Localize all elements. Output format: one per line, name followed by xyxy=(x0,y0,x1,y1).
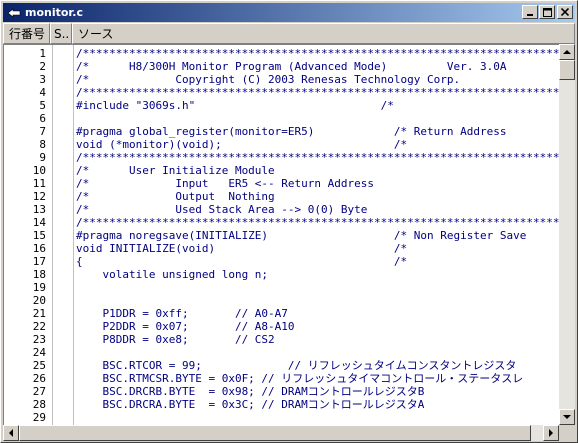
source-line[interactable]: #pragma noregsave(INITIALIZE) /* Non Reg… xyxy=(74,229,559,242)
title-bar[interactable]: monitor.c xyxy=(3,3,575,22)
source-line[interactable]: #include "3069s.h" /* xyxy=(74,99,559,112)
source-line[interactable] xyxy=(74,112,559,125)
line-number: 13 xyxy=(32,203,46,216)
source-line[interactable]: void (*monitor)(void); /* xyxy=(74,138,559,151)
scroll-right-button[interactable] xyxy=(543,425,559,441)
column-header-source[interactable]: ソース xyxy=(72,23,575,44)
scroll-down-button[interactable] xyxy=(559,409,575,425)
line-number: 20 xyxy=(32,294,46,307)
document-icon xyxy=(6,5,22,21)
source-line[interactable]: /* Copyright (C) 2003 Renesas Technology… xyxy=(74,73,559,86)
column-header-row: 行番号 S.. ソース xyxy=(3,23,575,44)
source-line[interactable]: /* Input ER5 <-- Return Address xyxy=(74,177,559,190)
arrow-left-icon xyxy=(9,429,13,437)
line-number: 19 xyxy=(32,281,46,294)
line-number: 14 xyxy=(32,216,46,229)
horizontal-scroll-thumb[interactable] xyxy=(19,425,531,441)
scroll-up-button[interactable] xyxy=(559,44,575,60)
line-number: 3 xyxy=(39,73,46,86)
line-number: 17 xyxy=(32,255,46,268)
editor-window: monitor.c 行番号 S.. ソース 1 /****************… xyxy=(0,0,578,443)
source-line[interactable]: /* H8/300H Monitor Program (Advanced Mod… xyxy=(74,60,559,73)
line-number: 23 xyxy=(32,333,46,346)
arrow-down-icon xyxy=(563,415,571,419)
source-line[interactable]: /***************************************… xyxy=(74,86,559,99)
scroll-left-button[interactable] xyxy=(3,425,19,441)
status-gutter xyxy=(53,45,74,425)
window-controls xyxy=(521,5,573,19)
source-line[interactable]: P1DDR = 0xff; // A0-A7 xyxy=(74,307,559,320)
source-line[interactable]: BSC.DRCRA.BYTE = 0x3C; // DRAMコントロールレジスタ… xyxy=(74,398,559,411)
line-number: 28 xyxy=(32,398,46,411)
line-number: 9 xyxy=(39,151,46,164)
line-number: 29 xyxy=(32,411,46,424)
source-line[interactable]: /***************************************… xyxy=(74,47,559,60)
source-line[interactable]: { /* xyxy=(74,255,559,268)
line-number: 15 xyxy=(32,229,46,242)
line-number: 18 xyxy=(32,268,46,281)
line-number: 7 xyxy=(39,125,46,138)
source-line[interactable]: P8DDR = 0xe8; // CS2 xyxy=(74,333,559,346)
scrollbar-corner xyxy=(559,425,575,441)
line-number: 25 xyxy=(32,359,46,372)
vertical-scroll-thumb[interactable] xyxy=(559,60,575,80)
line-number: 26 xyxy=(32,372,46,385)
source-editor[interactable]: 1 /**************************************… xyxy=(3,44,559,425)
source-line[interactable]: BSC.RTMCSR.BYTE = 0x0F; // リフレッシュタイマコントロ… xyxy=(74,372,559,385)
source-line[interactable] xyxy=(74,346,559,359)
source-line[interactable] xyxy=(74,411,559,424)
source-line[interactable]: /* Used Stack Area --> 0(0) Byte xyxy=(74,203,559,216)
maximize-icon xyxy=(542,7,552,17)
line-number: 16 xyxy=(32,242,46,255)
source-line[interactable]: /***************************************… xyxy=(74,151,559,164)
line-number: 6 xyxy=(39,112,46,125)
column-header-s[interactable]: S.. xyxy=(50,23,72,44)
close-icon xyxy=(561,8,569,16)
source-line[interactable]: void INITIALIZE(void) /* xyxy=(74,242,559,255)
source-line[interactable]: #pragma global_register(monitor=ER5) /* … xyxy=(74,125,559,138)
arrow-up-icon xyxy=(563,50,571,54)
line-number: 1 xyxy=(39,47,46,60)
minimize-button[interactable] xyxy=(522,5,538,19)
arrow-right-icon xyxy=(549,429,553,437)
line-number: 5 xyxy=(39,99,46,112)
minimize-icon xyxy=(527,14,533,16)
source-line[interactable]: P2DDR = 0x07; // A8-A10 xyxy=(74,320,559,333)
source-line[interactable]: BSC.DRCRB.BYTE = 0x98; // DRAMコントロールレジスタ… xyxy=(74,385,559,398)
horizontal-scrollbar[interactable] xyxy=(3,425,559,441)
line-number: 24 xyxy=(32,346,46,359)
close-button[interactable] xyxy=(557,5,573,19)
source-line[interactable] xyxy=(74,294,559,307)
line-number: 12 xyxy=(32,190,46,203)
source-line[interactable]: volatile unsigned long n; xyxy=(74,268,559,281)
line-number: 27 xyxy=(32,385,46,398)
line-number: 22 xyxy=(32,320,46,333)
line-number: 10 xyxy=(32,164,46,177)
source-line[interactable]: /* User Initialize Module xyxy=(74,164,559,177)
line-number: 4 xyxy=(39,86,46,99)
source-line[interactable] xyxy=(74,281,559,294)
source-line[interactable]: /* Output Nothing xyxy=(74,190,559,203)
source-line[interactable]: BSC.RTCOR = 99; // リフレッシュタイムコンスタントレジスタ xyxy=(74,359,559,372)
column-header-line-number[interactable]: 行番号 xyxy=(3,23,50,44)
window-title: monitor.c xyxy=(25,6,83,19)
line-number: 11 xyxy=(32,177,46,190)
line-number: 21 xyxy=(32,307,46,320)
source-line[interactable]: /***************************************… xyxy=(74,216,559,229)
maximize-button[interactable] xyxy=(539,5,555,19)
line-number: 2 xyxy=(39,60,46,73)
line-number: 8 xyxy=(39,138,46,151)
vertical-scrollbar[interactable] xyxy=(559,44,575,425)
